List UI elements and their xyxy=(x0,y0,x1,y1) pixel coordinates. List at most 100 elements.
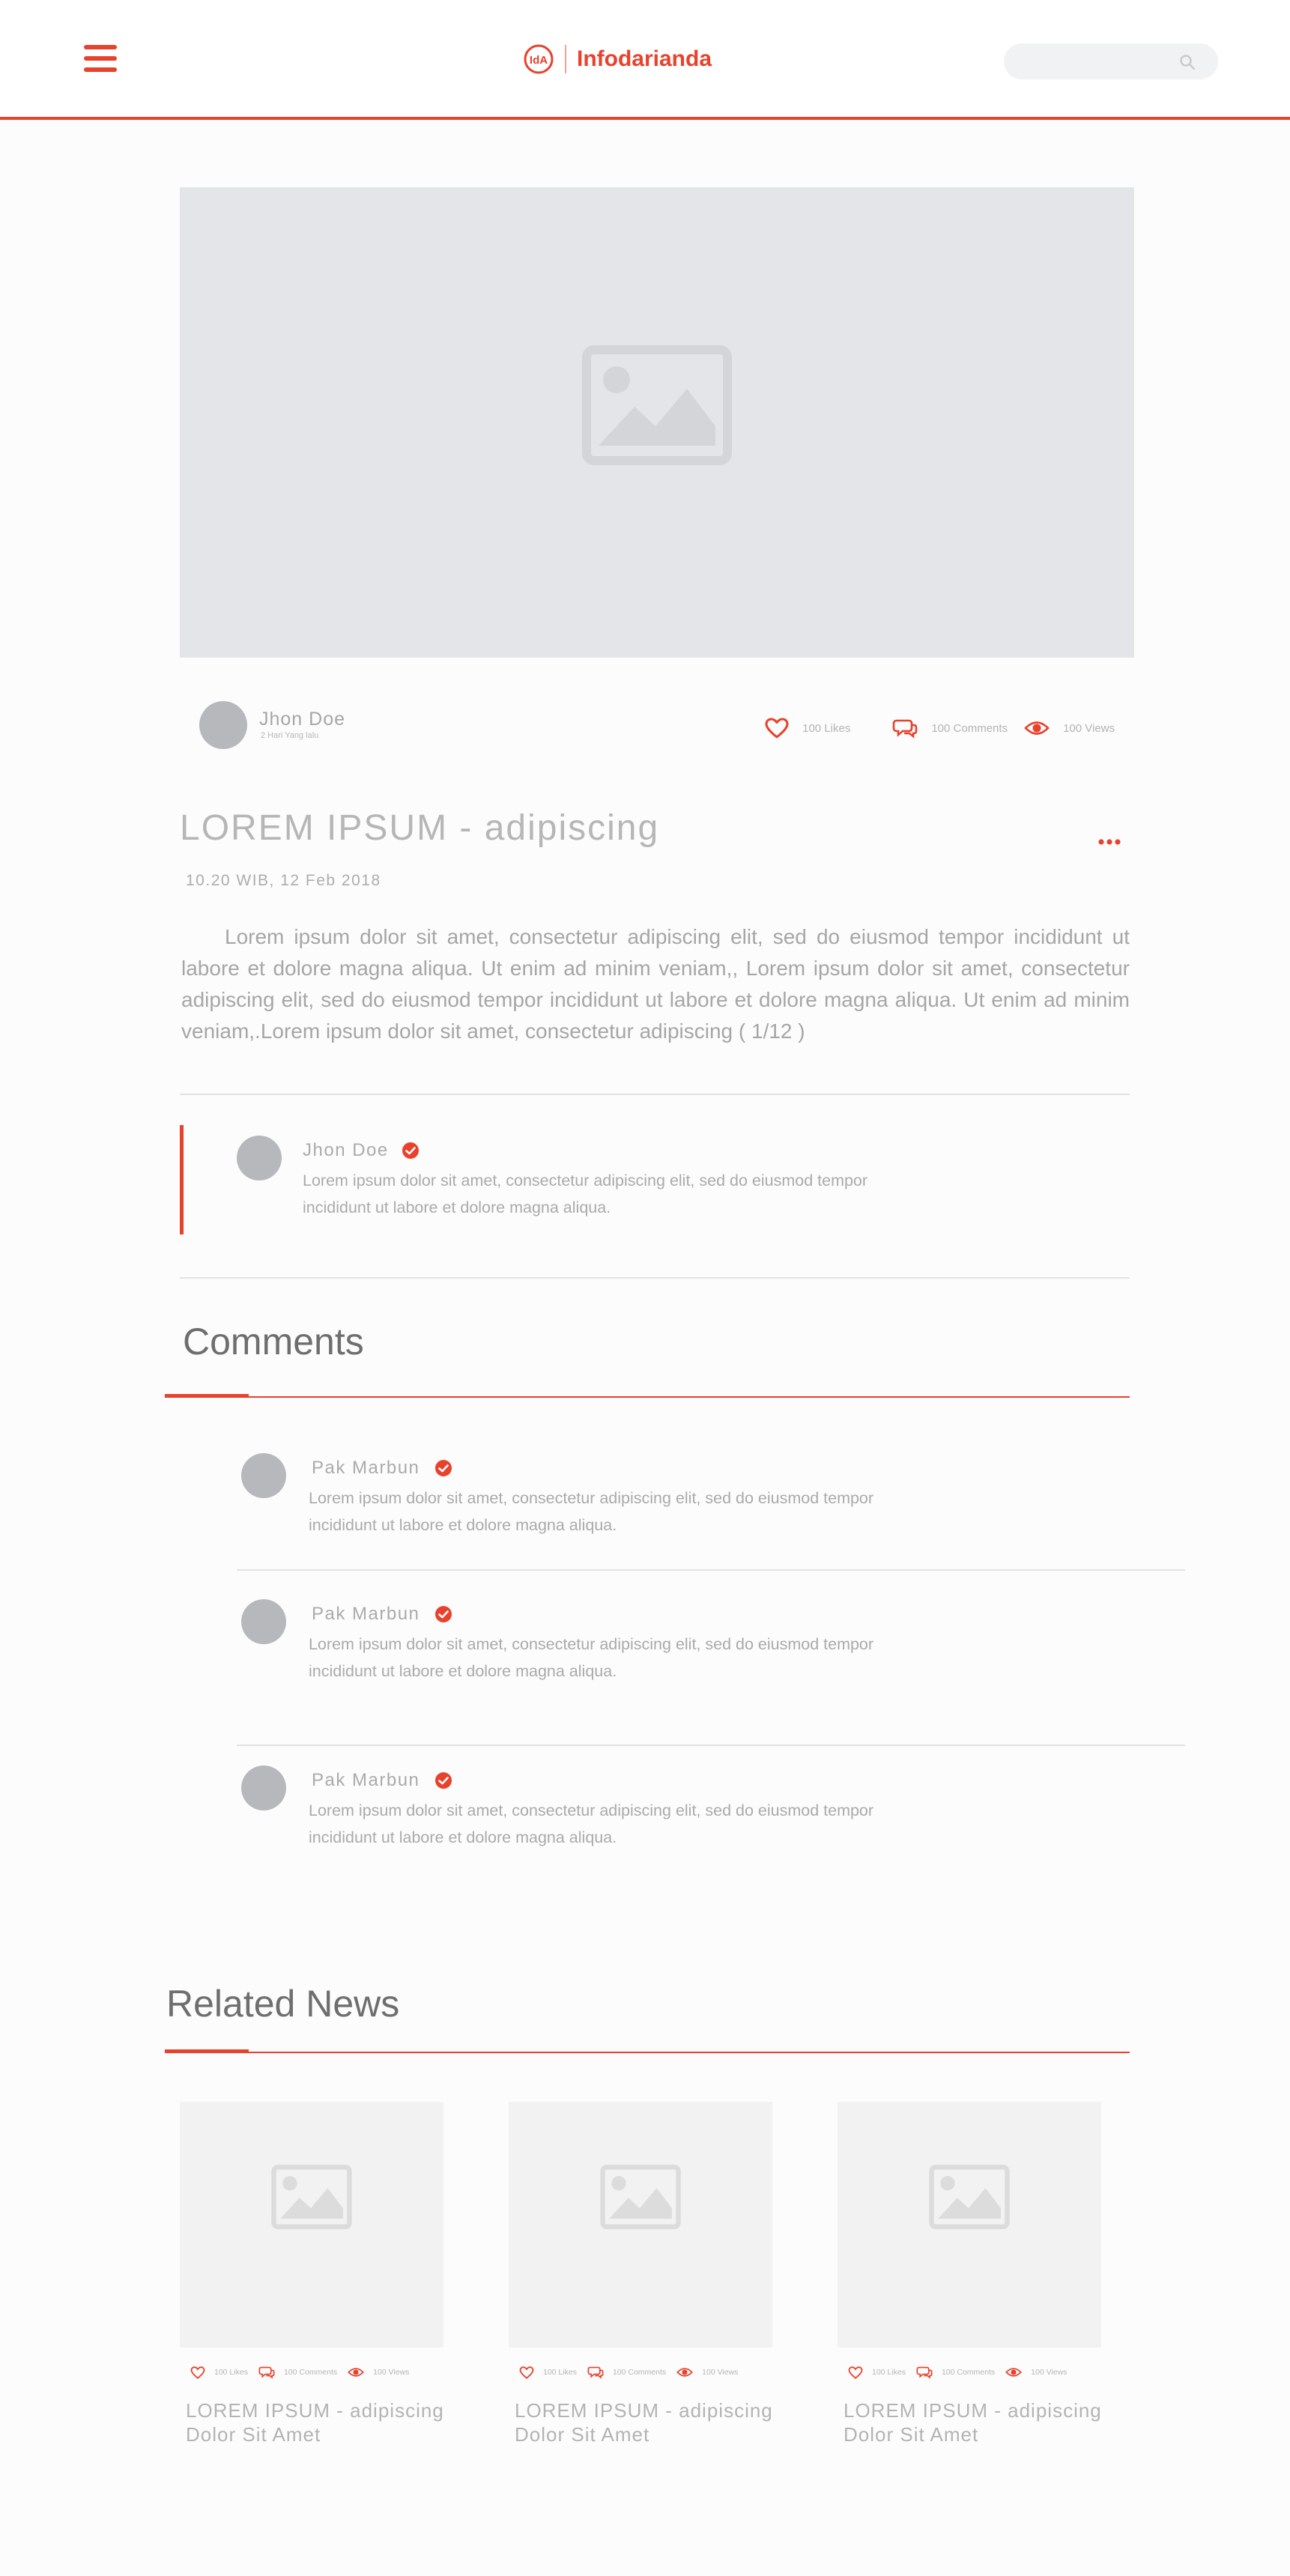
likes-count: 100 Likes xyxy=(543,2368,577,2377)
quote-text: Lorem ipsum dolor sit amet, consectetur … xyxy=(303,1172,868,1216)
related-news-card[interactable]: 100 Likes 100 Comments 100 Views LOREM I… xyxy=(838,2102,1101,2454)
eye-icon xyxy=(1005,2368,1023,2377)
post-meta-row: Jhon Doe 2 Hari Yang lalu 100 Likes 100 … xyxy=(199,701,1115,751)
top-header: IdA Infodarianda xyxy=(0,0,1290,117)
post-time-ago: 2 Hari Yang lalu xyxy=(261,731,319,740)
commenter-avatar[interactable] xyxy=(241,1766,286,1810)
article-date: 10.20 WIB, 12 Feb 2018 xyxy=(186,872,381,889)
logo-divider xyxy=(565,45,566,73)
views-count: 100 Views xyxy=(373,2368,410,2377)
logo-initials: IdA xyxy=(530,54,548,67)
comments-count: 100 Comments xyxy=(283,2368,338,2377)
related-news-card[interactable]: 100 Likes 100 Comments 100 Views LOREM I… xyxy=(180,2102,443,2454)
comments-heading: Comments xyxy=(183,1321,364,1363)
card-stats: 100 Likes 100 Comments 100 Views xyxy=(519,2366,738,2379)
comments-stat[interactable]: 100 Comments xyxy=(258,2366,337,2379)
article-title: LOREM IPSUM - adipiscing xyxy=(180,808,660,848)
image-placeholder-icon xyxy=(271,2165,352,2229)
verified-check-icon xyxy=(435,1772,452,1789)
heart-icon xyxy=(190,2366,205,2379)
quote-author-name[interactable]: Jhon Doe xyxy=(303,1140,389,1161)
image-placeholder-icon xyxy=(582,345,732,465)
brand-logo[interactable]: IdA Infodarianda xyxy=(523,42,712,76)
card-stats: 100 Likes 100 Comments 100 Views xyxy=(190,2366,409,2379)
likes-stat[interactable]: 100 Likes xyxy=(848,2366,906,2379)
views-count: 100 Views xyxy=(1031,2368,1068,2377)
card-image[interactable] xyxy=(180,2102,443,2348)
search-icon[interactable] xyxy=(1179,54,1196,70)
eye-icon xyxy=(1024,721,1050,735)
quote-accent-bar xyxy=(180,1125,184,1234)
likes-stat[interactable]: 100 Likes xyxy=(519,2366,577,2379)
comment-text: Lorem ipsum dolor sit amet, consectetur … xyxy=(309,1489,874,1534)
comments-count: 100 Comments xyxy=(931,721,1008,735)
verified-check-icon xyxy=(402,1142,419,1159)
comment-icon xyxy=(916,2366,933,2379)
comments-stat[interactable]: 100 Comments xyxy=(892,718,1008,739)
commenter-avatar[interactable] xyxy=(241,1453,286,1498)
card-image[interactable] xyxy=(509,2102,772,2348)
likes-count: 100 Likes xyxy=(802,721,851,735)
views-stat[interactable]: 100 Views xyxy=(1024,719,1115,737)
comments-stat[interactable]: 100 Comments xyxy=(916,2366,995,2379)
commenter-avatar[interactable] xyxy=(241,1599,286,1644)
comment-item: Pak Marbun Lorem ipsum dolor sit amet, c… xyxy=(225,1453,1185,1588)
brand-name: Infodarianda xyxy=(577,46,712,71)
comment-text: Lorem ipsum dolor sit amet, consectetur … xyxy=(309,1635,874,1680)
comments-count: 100 Comments xyxy=(941,2368,996,2377)
related-news-heading: Related News xyxy=(166,1983,400,2025)
views-stat[interactable]: 100 Views xyxy=(676,2366,738,2378)
hamburger-menu-icon[interactable] xyxy=(84,45,117,72)
comment-icon xyxy=(587,2366,604,2379)
comment-divider xyxy=(237,1569,1185,1571)
comments-count: 100 Comments xyxy=(612,2368,667,2377)
author-avatar[interactable] xyxy=(199,701,247,749)
commenter-name[interactable]: Pak Marbun xyxy=(312,1770,420,1791)
verified-check-icon xyxy=(435,1606,452,1622)
article-body: Lorem ipsum dolor sit amet, consectetur … xyxy=(181,925,1130,1043)
divider xyxy=(180,1094,1130,1095)
card-title[interactable]: LOREM IPSUM - adipiscing Dolor Sit Amet xyxy=(844,2398,1106,2446)
commenter-name[interactable]: Pak Marbun xyxy=(312,1604,420,1625)
comment-icon xyxy=(258,2366,275,2379)
more-dots-icon[interactable] xyxy=(1098,839,1121,845)
card-stats: 100 Likes 100 Comments 100 Views xyxy=(848,2366,1067,2379)
image-placeholder-icon xyxy=(929,2165,1010,2229)
verified-check-icon xyxy=(435,1460,452,1476)
views-count: 100 Views xyxy=(702,2368,739,2377)
comments-stat[interactable]: 100 Comments xyxy=(587,2366,666,2379)
featured-quote: Jhon Doe Lorem ipsum dolor sit amet, con… xyxy=(180,1125,1130,1234)
comment-item: Pak Marbun Lorem ipsum dolor sit amet, c… xyxy=(225,1766,1185,1900)
article-hero-image xyxy=(180,187,1134,658)
card-title[interactable]: LOREM IPSUM - adipiscing Dolor Sit Amet xyxy=(515,2398,777,2446)
search-input[interactable] xyxy=(1019,49,1172,75)
related-news-card[interactable]: 100 Likes 100 Comments 100 Views LOREM I… xyxy=(509,2102,772,2454)
related-heading-underline xyxy=(165,2052,1130,2053)
heart-icon xyxy=(848,2366,863,2379)
search-bar[interactable] xyxy=(1004,43,1218,79)
likes-stat[interactable]: 100 Likes xyxy=(765,718,850,739)
views-count: 100 Views xyxy=(1063,721,1115,735)
post-stats: 100 Likes 100 Comments 100 Views xyxy=(765,718,1115,739)
comment-item: Pak Marbun Lorem ipsum dolor sit amet, c… xyxy=(225,1599,1185,1734)
header-underline xyxy=(0,117,1290,120)
comment-text: Lorem ipsum dolor sit amet, consectetur … xyxy=(309,1801,874,1846)
heart-icon xyxy=(765,718,789,739)
likes-count: 100 Likes xyxy=(872,2368,906,2377)
commenter-name[interactable]: Pak Marbun xyxy=(312,1458,420,1479)
heart-icon xyxy=(519,2366,534,2379)
comments-heading-underline xyxy=(165,1396,1130,1398)
card-title[interactable]: LOREM IPSUM - adipiscing Dolor Sit Amet xyxy=(186,2398,448,2446)
views-stat[interactable]: 100 Views xyxy=(1005,2366,1067,2378)
author-name[interactable]: Jhon Doe xyxy=(259,709,345,730)
logo-mark-icon: IdA xyxy=(524,44,554,74)
comment-icon xyxy=(893,719,918,739)
comment-divider xyxy=(237,1745,1185,1746)
likes-stat[interactable]: 100 Likes xyxy=(190,2366,248,2379)
divider xyxy=(180,1277,1130,1279)
card-image[interactable] xyxy=(838,2102,1101,2348)
views-stat[interactable]: 100 Views xyxy=(348,2366,409,2378)
image-placeholder-icon xyxy=(600,2165,681,2229)
likes-count: 100 Likes xyxy=(214,2368,248,2377)
quote-author-avatar[interactable] xyxy=(237,1136,282,1181)
